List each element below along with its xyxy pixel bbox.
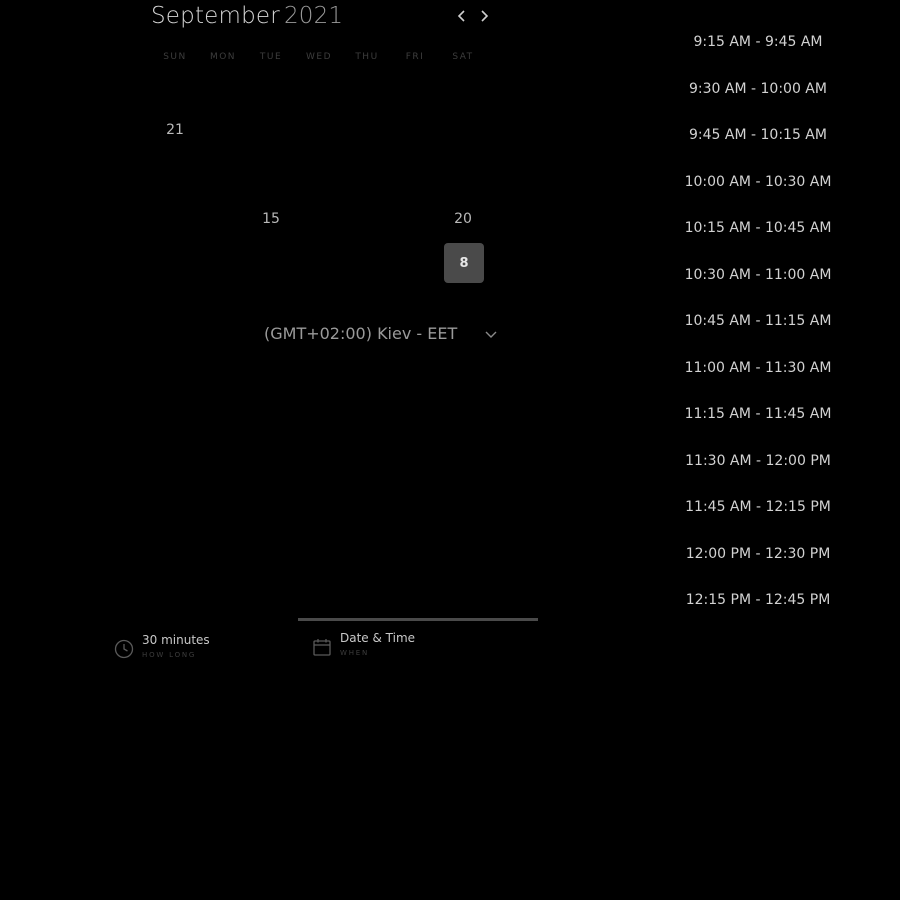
step-duration-subtitle: HOW LONG	[142, 651, 197, 659]
chevron-left-icon	[457, 10, 465, 22]
month-title: September 2021	[151, 3, 343, 29]
weekday-thu: THU	[355, 52, 379, 62]
calendar-day-selected[interactable]: 8	[444, 243, 484, 283]
time-slot[interactable]: 9:00 AM - 9:30 AM	[676, 0, 840, 10]
time-slot[interactable]: 9:15 AM - 9:45 AM	[676, 27, 840, 57]
timezone-label: (GMT+02:00) Kiev - EET	[264, 324, 458, 343]
scheduler-page: September 2021 SUN MON TUE WED THU FRI SA…	[0, 0, 900, 900]
active-step-indicator	[298, 618, 538, 621]
step-datetime-subtitle: WHEN	[340, 649, 370, 657]
weekday-tue: TUE	[259, 52, 283, 62]
weekday-fri: FRI	[405, 52, 425, 62]
time-slot[interactable]: 12:15 PM - 12:45 PM	[676, 585, 840, 615]
calendar-day-20[interactable]: 20	[443, 199, 483, 239]
step-datetime: Date & Time WHEN	[312, 631, 492, 665]
weekday-sat: SAT	[452, 52, 474, 62]
time-slot[interactable]: 10:15 AM - 10:45 AM	[676, 213, 840, 243]
time-slot[interactable]: 11:30 AM - 12:00 PM	[676, 446, 840, 476]
prev-month-button[interactable]	[453, 6, 471, 26]
time-slot[interactable]: 9:45 AM - 10:15 AM	[676, 120, 840, 150]
time-slot[interactable]: 10:00 AM - 10:30 AM	[676, 167, 840, 197]
chevron-down-icon	[485, 331, 497, 338]
step-datetime-title: Date & Time	[340, 631, 416, 645]
month-label: September	[151, 3, 280, 29]
calendar-header: September 2021	[151, 0, 511, 34]
timezone-select[interactable]: (GMT+02:00) Kiev - EET	[262, 322, 502, 348]
calendar-icon	[313, 639, 331, 656]
time-slot[interactable]: 11:45 AM - 12:15 PM	[676, 492, 840, 522]
calendar-day-15[interactable]: 15	[251, 199, 291, 239]
weekday-mon: MON	[209, 52, 237, 62]
time-slot[interactable]: 12:00 PM - 12:30 PM	[676, 539, 840, 569]
time-slot[interactable]: 10:45 AM - 11:15 AM	[676, 306, 840, 336]
weekday-sun: SUN	[163, 52, 187, 62]
time-slot[interactable]: 10:30 AM - 11:00 AM	[676, 260, 840, 290]
calendar-day-21[interactable]: 21	[155, 110, 195, 150]
step-duration: 30 minutes HOW LONG	[114, 633, 294, 667]
time-slot[interactable]: 11:00 AM - 11:30 AM	[676, 353, 840, 383]
next-month-button[interactable]	[475, 6, 493, 26]
time-slot[interactable]: 11:15 AM - 11:45 AM	[676, 399, 840, 429]
step-duration-title: 30 minutes	[142, 633, 210, 647]
time-slot[interactable]: 9:30 AM - 10:00 AM	[676, 74, 840, 104]
clock-icon	[114, 639, 134, 659]
year-label: 2021	[283, 3, 344, 29]
chevron-right-icon	[481, 10, 489, 22]
weekday-wed: WED	[305, 52, 332, 62]
